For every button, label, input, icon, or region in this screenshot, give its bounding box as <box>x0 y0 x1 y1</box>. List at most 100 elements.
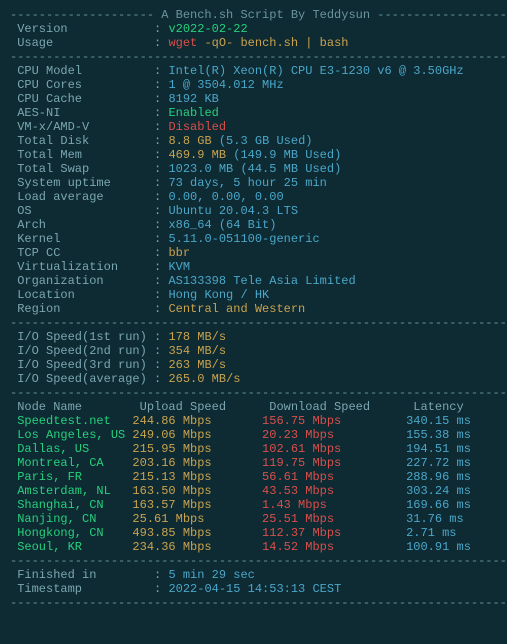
cpu-cores-value: 1 @ 3504.012 MHz <box>168 78 283 92</box>
latency: 340.15 ms <box>406 414 471 428</box>
finished-value: 5 min 29 sec <box>168 568 254 582</box>
node-name: Shanghai, CN <box>10 498 132 512</box>
arch-value: x86_64 (64 Bit) <box>168 218 276 232</box>
swap-value: 1023.0 MB <box>168 162 240 176</box>
separator: ----------------------------------------… <box>10 50 497 64</box>
download-speed: 102.61 Mbps <box>262 442 406 456</box>
load-value: 0.00, 0.00, 0.00 <box>168 190 283 204</box>
timestamp-label: Timestamp <box>10 582 154 596</box>
tcpcc-row: TCP CC : bbr <box>10 246 497 260</box>
aesni-value: Enabled <box>168 106 218 120</box>
load-label: Load average <box>10 190 154 204</box>
header-line: -------------------- A Bench.sh Script B… <box>10 8 497 22</box>
separator: ----------------------------------------… <box>10 596 497 610</box>
speedtest-row: Amsterdam, NL 163.50 Mbps 43.53 Mbps 303… <box>10 484 497 498</box>
loc-value: Hong Kong / HK <box>168 288 269 302</box>
aesni-label: AES-NI <box>10 106 154 120</box>
download-speed: 119.75 Mbps <box>262 456 406 470</box>
node-name: Hongkong, CN <box>10 526 132 540</box>
download-speed: 156.75 Mbps <box>262 414 406 428</box>
latency: 194.51 ms <box>406 442 471 456</box>
upload-speed: 163.50 Mbps <box>132 484 262 498</box>
speedtest-row: Paris, FR 215.13 Mbps 56.61 Mbps 288.96 … <box>10 470 497 484</box>
download-speed: 56.61 Mbps <box>262 470 406 484</box>
mem-value: 469.9 MB <box>168 148 233 162</box>
separator: ----------------------------------------… <box>10 554 497 568</box>
ioavg-row: I/O Speed(average) : 265.0 MB/s <box>10 372 497 386</box>
timestamp-value: 2022-04-15 14:53:13 CEST <box>168 582 341 596</box>
version-label: Version <box>10 22 154 36</box>
io1-label: I/O Speed(1st run) <box>10 330 154 344</box>
colon: : <box>154 36 168 50</box>
latency: 227.72 ms <box>406 456 471 470</box>
aesni-row: AES-NI : Enabled <box>10 106 497 120</box>
virt-label: Virtualization <box>10 260 154 274</box>
usage-bench: bench.sh <box>240 36 305 50</box>
upload-speed: 163.57 Mbps <box>132 498 262 512</box>
cpu-cache-value: 8192 KB <box>168 92 218 106</box>
latency: 2.71 ms <box>406 526 456 540</box>
disk-row: Total Disk : 8.8 GB (5.3 GB Used) <box>10 134 497 148</box>
usage-bash: bash <box>312 36 348 50</box>
loc-label: Location <box>10 288 154 302</box>
uptime-value: 73 days, 5 hour 25 min <box>168 176 326 190</box>
upload-speed: 234.36 Mbps <box>132 540 262 554</box>
node-name: Speedtest.net <box>10 414 132 428</box>
upload-speed: 244.86 Mbps <box>132 414 262 428</box>
upload-speed: 249.06 Mbps <box>132 428 262 442</box>
download-speed: 25.51 Mbps <box>262 512 406 526</box>
speedtest-row: Speedtest.net 244.86 Mbps 156.75 Mbps 34… <box>10 414 497 428</box>
vmx-label: VM-x/AMD-V <box>10 120 154 134</box>
disk-label: Total Disk <box>10 134 154 148</box>
speedtest-row: Los Angeles, US 249.06 Mbps 20.23 Mbps 1… <box>10 428 497 442</box>
download-speed: 43.53 Mbps <box>262 484 406 498</box>
latency: 169.66 ms <box>406 498 471 512</box>
kernel-value: 5.11.0-051100-generic <box>168 232 319 246</box>
node-name: Seoul, KR <box>10 540 132 554</box>
region-value: Central and Western <box>168 302 305 316</box>
speedtest-row: Hongkong, CN 493.85 Mbps 112.37 Mbps 2.7… <box>10 526 497 540</box>
download-speed: 112.37 Mbps <box>262 526 406 540</box>
swap-label: Total Swap <box>10 162 154 176</box>
net-header-text: Node Name Upload Speed Download Speed La… <box>10 400 492 414</box>
version-value: v2022-02-22 <box>168 22 247 36</box>
upload-speed: 203.16 Mbps <box>132 456 262 470</box>
virt-row: Virtualization : KVM <box>10 260 497 274</box>
finished-row: Finished in : 5 min 29 sec <box>10 568 497 582</box>
io2-row: I/O Speed(2nd run) : 354 MB/s <box>10 344 497 358</box>
uptime-label: System uptime <box>10 176 154 190</box>
speedtest-row: Nanjing, CN 25.61 Mbps 25.51 Mbps 31.76 … <box>10 512 497 526</box>
region-row: Region : Central and Western <box>10 302 497 316</box>
upload-speed: 493.85 Mbps <box>132 526 262 540</box>
cpu-cores-label: CPU Cores <box>10 78 154 92</box>
node-name: Nanjing, CN <box>10 512 132 526</box>
arch-row: Arch : x86_64 (64 Bit) <box>10 218 497 232</box>
io3-value: 263 MB/s <box>168 358 226 372</box>
region-label: Region <box>10 302 154 316</box>
latency: 303.24 ms <box>406 484 471 498</box>
speedtest-row: Montreal, CA 203.16 Mbps 119.75 Mbps 227… <box>10 456 497 470</box>
io2-label: I/O Speed(2nd run) <box>10 344 154 358</box>
disk-value: 8.8 GB <box>168 134 218 148</box>
node-name: Dallas, US <box>10 442 132 456</box>
swap-used: (44.5 MB Used) <box>240 162 341 176</box>
usage-row: Usage : wget -qO- bench.sh | bash <box>10 36 497 50</box>
node-name: Montreal, CA <box>10 456 132 470</box>
finished-label: Finished in <box>10 568 154 582</box>
virt-value: KVM <box>168 260 190 274</box>
arch-label: Arch <box>10 218 154 232</box>
cpu-cache-label: CPU Cache <box>10 92 154 106</box>
usage-wget: wget <box>168 36 197 50</box>
ioavg-label: I/O Speed(average) <box>10 372 154 386</box>
timestamp-row: Timestamp : 2022-04-15 14:53:13 CEST <box>10 582 497 596</box>
upload-speed: 215.13 Mbps <box>132 470 262 484</box>
net-header: Node Name Upload Speed Download Speed La… <box>10 400 497 414</box>
load-row: Load average : 0.00, 0.00, 0.00 <box>10 190 497 204</box>
latency: 100.91 ms <box>406 540 471 554</box>
io1-value: 178 MB/s <box>168 330 226 344</box>
ioavg-value: 265.0 MB/s <box>168 372 240 386</box>
org-value: AS133398 Tele Asia Limited <box>168 274 355 288</box>
kernel-row: Kernel : 5.11.0-051100-generic <box>10 232 497 246</box>
swap-row: Total Swap : 1023.0 MB (44.5 MB Used) <box>10 162 497 176</box>
cpu-model-value: Intel(R) Xeon(R) CPU E3-1230 v6 @ 3.50GH… <box>168 64 463 78</box>
